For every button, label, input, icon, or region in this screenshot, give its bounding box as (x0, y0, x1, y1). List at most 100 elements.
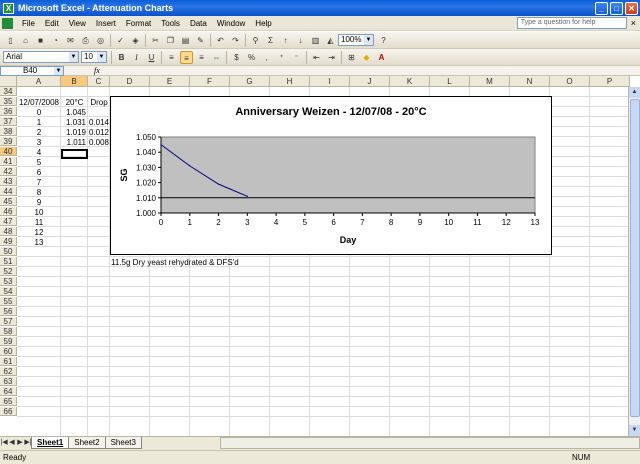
cell-a39[interactable]: 3 (17, 138, 61, 147)
scroll-up-icon[interactable]: ▲ (629, 87, 640, 98)
cell-c35[interactable]: Drop (88, 98, 110, 107)
menu-edit[interactable]: Edit (40, 19, 64, 28)
copy-icon[interactable]: ❐ (164, 34, 177, 47)
name-box[interactable]: B40 ▼ (0, 65, 64, 76)
cell-a40[interactable]: 4 (17, 148, 61, 157)
row-header-55[interactable]: 55 (0, 297, 17, 306)
cell-a42[interactable]: 6 (17, 168, 61, 177)
column-header-l[interactable]: L (430, 76, 470, 87)
column-header-e[interactable]: E (150, 76, 190, 87)
tab-sheet1[interactable]: Sheet1 (31, 437, 70, 449)
undo-icon[interactable]: ↶ (214, 34, 227, 47)
italic-button[interactable]: I (130, 51, 143, 64)
row-header-41[interactable]: 41 (0, 157, 17, 166)
cell-a38[interactable]: 2 (17, 128, 61, 137)
cell-c39[interactable]: 0.008 (88, 138, 109, 147)
column-header-b[interactable]: B (61, 76, 88, 87)
zoom-select[interactable]: 100% ▼ (338, 34, 374, 46)
menu-help[interactable]: Help (250, 19, 276, 28)
cell-b37[interactable]: 1.031 (61, 118, 86, 127)
save-icon[interactable]: ■ (34, 34, 47, 47)
column-header-c[interactable]: C (88, 76, 110, 87)
column-header-a[interactable]: A (17, 76, 61, 87)
first-sheet-icon[interactable]: |◀ (0, 437, 8, 449)
row-header-66[interactable]: 66 (0, 407, 17, 416)
help-icon[interactable]: ? (377, 34, 390, 47)
cell-d50[interactable]: 11.5g Dry yeast rehydrated & DFS'd (111, 258, 371, 267)
cell-c37[interactable]: 0.014 (88, 118, 109, 127)
chevron-down-icon[interactable]: ▼ (54, 66, 63, 75)
increase-indent-icon[interactable]: ⇥ (325, 51, 338, 64)
row-header-45[interactable]: 45 (0, 197, 17, 206)
row-header-53[interactable]: 53 (0, 277, 17, 286)
cell-c38[interactable]: 0.012 (88, 128, 109, 137)
column-header-j[interactable]: J (350, 76, 390, 87)
underline-button[interactable]: U (145, 51, 158, 64)
merge-center-icon[interactable]: ⇔ (210, 51, 223, 64)
cell-b35[interactable]: 20°C (61, 98, 88, 107)
row-header-57[interactable]: 57 (0, 317, 17, 326)
column-header-f[interactable]: F (190, 76, 230, 87)
row-header-34[interactable]: 34 (0, 87, 17, 96)
chevron-down-icon[interactable]: ▼ (69, 52, 78, 62)
menu-tools[interactable]: Tools (156, 19, 185, 28)
vertical-scrollbar[interactable]: ▲ ▼ (628, 87, 640, 436)
column-header-p[interactable]: P (590, 76, 630, 87)
cell-a49[interactable]: 13 (17, 238, 61, 247)
print-preview-icon[interactable]: ◎ (94, 34, 107, 47)
cell-a44[interactable]: 8 (17, 188, 61, 197)
tab-sheet2[interactable]: Sheet2 (68, 437, 106, 449)
chart-wizard-icon[interactable]: ▥ (309, 34, 322, 47)
menu-file[interactable]: File (17, 19, 40, 28)
increase-decimal-icon[interactable]: ⁺ (275, 51, 288, 64)
align-left-icon[interactable]: ≡ (165, 51, 178, 64)
scroll-down-icon[interactable]: ▼ (629, 425, 640, 436)
row-header-40[interactable]: 40 (0, 147, 17, 156)
row-header-61[interactable]: 61 (0, 357, 17, 366)
chevron-down-icon[interactable]: ▼ (364, 35, 373, 45)
fill-color-icon[interactable]: ◆ (360, 51, 373, 64)
sort-ascending-icon[interactable]: ↑ (279, 34, 292, 47)
row-header-36[interactable]: 36 (0, 107, 17, 116)
research-icon[interactable]: ◈ (129, 34, 142, 47)
cell-b39[interactable]: 1.011 (61, 138, 86, 147)
workbook-close-icon[interactable]: × (631, 18, 636, 28)
cell-a47[interactable]: 11 (17, 218, 61, 227)
email-icon[interactable]: ✉ (64, 34, 77, 47)
cell-b36[interactable]: 1.045 (61, 108, 86, 117)
align-center-icon[interactable]: ≡ (180, 50, 193, 64)
column-header-h[interactable]: H (270, 76, 310, 87)
row-header-50[interactable]: 50 (0, 247, 17, 256)
minimize-button[interactable]: _ (595, 1, 608, 15)
font-size-select[interactable]: 10 ▼ (81, 51, 107, 63)
spelling-icon[interactable]: ✓ (114, 34, 127, 47)
new-icon[interactable]: ▯ (4, 34, 17, 47)
row-header-42[interactable]: 42 (0, 167, 17, 176)
tab-sheet3[interactable]: Sheet3 (104, 437, 142, 449)
row-header-47[interactable]: 47 (0, 217, 17, 226)
vertical-scroll-thumb[interactable] (630, 99, 640, 417)
cell-a43[interactable]: 7 (17, 178, 61, 187)
row-header-58[interactable]: 58 (0, 327, 17, 336)
bold-button[interactable]: B (115, 51, 128, 64)
active-cell-b40[interactable] (61, 149, 88, 159)
row-header-52[interactable]: 52 (0, 267, 17, 276)
menu-window[interactable]: Window (212, 19, 250, 28)
autosum-icon[interactable]: Σ (264, 34, 277, 47)
row-header-64[interactable]: 64 (0, 387, 17, 396)
cell-a45[interactable]: 9 (17, 198, 61, 207)
row-header-62[interactable]: 62 (0, 367, 17, 376)
decrease-indent-icon[interactable]: ⇤ (310, 51, 323, 64)
select-all-corner[interactable] (0, 76, 17, 87)
row-header-38[interactable]: 38 (0, 127, 17, 136)
cut-icon[interactable]: ✂ (149, 34, 162, 47)
help-search-input[interactable]: Type a question for help (516, 17, 627, 29)
next-sheet-icon[interactable]: ▶ (16, 437, 24, 449)
format-painter-icon[interactable]: ✎ (194, 34, 207, 47)
font-select[interactable]: Arial ▼ (3, 51, 79, 63)
row-header-60[interactable]: 60 (0, 347, 17, 356)
row-header-63[interactable]: 63 (0, 377, 17, 386)
cell-a48[interactable]: 12 (17, 228, 61, 237)
cell-a35[interactable]: 12/07/2008 (17, 98, 61, 107)
comma-style-icon[interactable]: , (260, 51, 273, 64)
